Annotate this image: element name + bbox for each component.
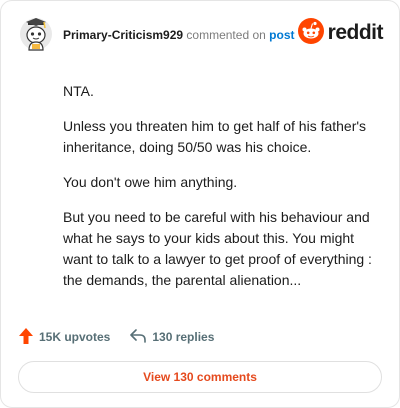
comment-paragraph: But you need to be careful with his beha… — [63, 209, 372, 288]
byline-verb: commented on — [186, 28, 266, 42]
snoo-avatar-icon[interactable] — [19, 17, 53, 51]
comment-header: Primary-Criticism929 commented on post r… — [19, 15, 385, 55]
reddit-logo-icon — [297, 17, 324, 49]
comment-paragraph: NTA. — [63, 83, 94, 99]
upvote-arrow-icon — [19, 327, 39, 347]
reddit-wordmark: reddit — [327, 21, 384, 44]
username-link[interactable]: Primary-Criticism929 — [63, 28, 183, 42]
post-link[interactable]: post — [269, 28, 294, 42]
view-comments-button[interactable]: View 130 comments — [18, 361, 382, 393]
comment-card: Primary-Criticism929 commented on post r… — [0, 0, 400, 408]
reply-arrow-icon — [130, 328, 152, 346]
upvote-count: 15K upvotes — [39, 330, 111, 344]
upvote-button[interactable]: 15K upvotes — [19, 327, 111, 347]
comment-actions: 15K upvotes 130 replies — [19, 327, 234, 347]
replies-button[interactable]: 130 replies — [130, 328, 215, 346]
reply-count: 130 replies — [152, 330, 215, 344]
reddit-brand[interactable]: reddit — [297, 17, 384, 49]
comment-byline: Primary-Criticism929 commented on post — [63, 28, 295, 42]
comment-paragraph: Unless you threaten him to get half of h… — [63, 118, 367, 155]
comment-paragraph: You don't owe him anything. — [63, 174, 238, 190]
comment-body: NTA. Unless you threaten him to get half… — [63, 81, 381, 305]
